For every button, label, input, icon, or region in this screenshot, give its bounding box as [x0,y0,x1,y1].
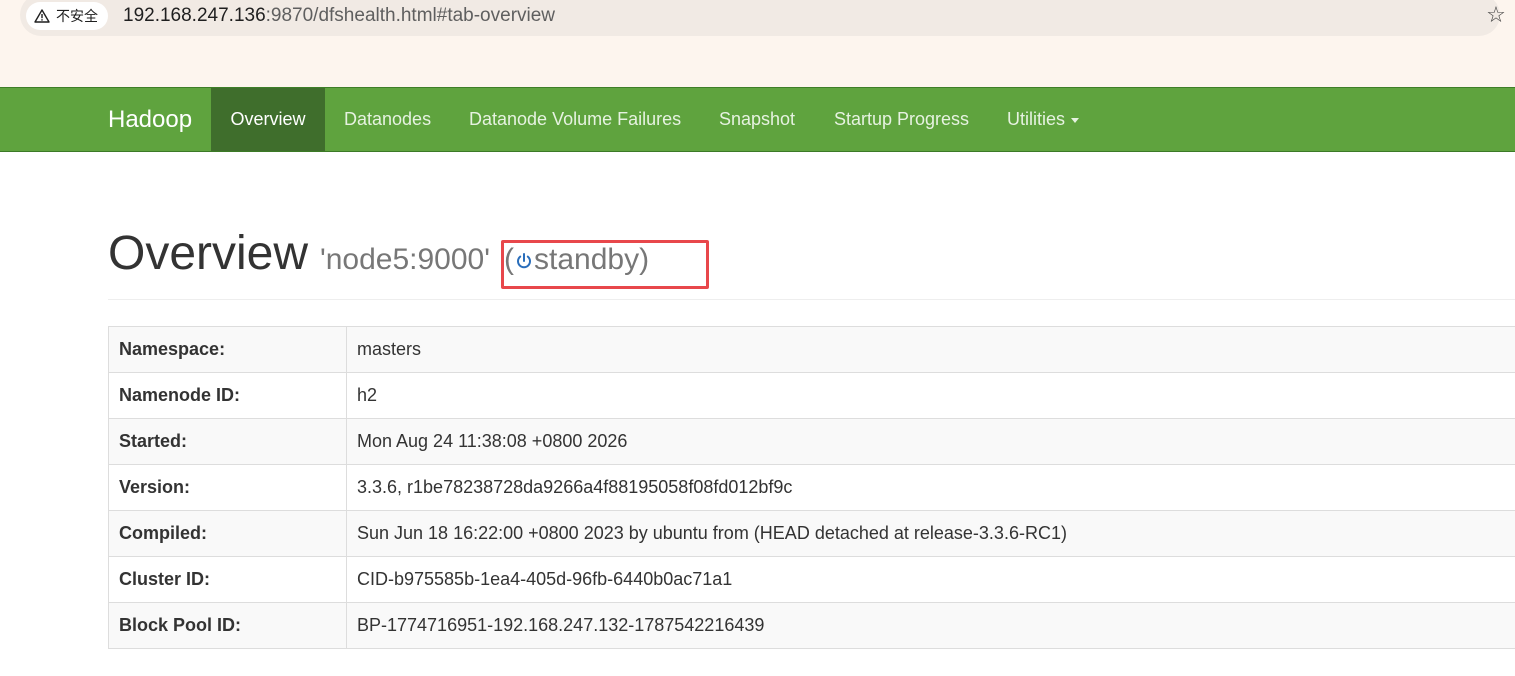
row-key: Version: [108,464,347,511]
table-row: Namespace: masters [108,326,1515,373]
row-key: Compiled: [108,510,347,557]
security-indicator[interactable]: 不安全 [26,2,108,30]
row-key: Block Pool ID: [108,602,347,649]
top-navbar: Hadoop Overview Datanodes Datanode Volum… [0,87,1515,152]
url-text[interactable]: 192.168.247.136:9870/dfshealth.html#tab-… [123,4,555,28]
browser-address-area: 不安全 192.168.247.136:9870/dfshealth.html#… [0,0,1515,87]
row-value: BP-1774716951-192.168.247.132-1787542216… [346,602,1515,649]
nav-overview[interactable]: Overview [211,88,325,151]
brand-logo[interactable]: Hadoop [108,88,192,151]
table-row: Started: Mon Aug 24 11:38:08 +0800 2026 [108,418,1515,465]
nav-startup-progress[interactable]: Startup Progress [834,88,969,151]
namenode-host: 'node5:9000' [320,243,490,276]
nav-utilities-dropdown[interactable]: Utilities [1007,88,1080,151]
table-row: Cluster ID: CID-b975585b-1ea4-405d-96fb-… [108,556,1515,603]
row-key: Started: [108,418,347,465]
nav-datanodes[interactable]: Datanodes [344,88,431,151]
row-key: Namenode ID: [108,372,347,419]
row-value: masters [346,326,1515,373]
url-path: :9870/dfshealth.html#tab-overview [265,5,556,26]
row-value: CID-b975585b-1ea4-405d-96fb-6440b0ac71a1 [346,556,1515,603]
row-value: Mon Aug 24 11:38:08 +0800 2026 [346,418,1515,465]
table-row: Block Pool ID: BP-1774716951-192.168.247… [108,602,1515,649]
table-row: Version: 3.3.6, r1be78238728da9266a4f881… [108,464,1515,511]
nav-utilities-label: Utilities [1007,109,1066,129]
annotation-highlight-box [501,240,709,289]
nav-snapshot[interactable]: Snapshot [719,88,795,151]
row-value: Sun Jun 18 16:22:00 +0800 2023 by ubuntu… [346,510,1515,557]
table-row: Namenode ID: h2 [108,372,1515,419]
url-host: 192.168.247.136 [123,5,266,26]
summary-table: Namespace: masters Namenode ID: h2 Start… [108,326,1515,649]
caret-down-icon [1071,117,1080,123]
nav-datanode-volume-failures[interactable]: Datanode Volume Failures [469,88,681,151]
security-label: 不安全 [56,8,98,24]
row-value: h2 [346,372,1515,419]
warning-icon [34,9,50,23]
row-value: 3.3.6, r1be78238728da9266a4f88195058f08f… [346,464,1515,511]
table-row: Compiled: Sun Jun 18 16:22:00 +0800 2023… [108,510,1515,557]
row-key: Cluster ID: [108,556,347,603]
row-key: Namespace: [108,326,347,373]
star-icon[interactable]: ☆ [1484,3,1508,27]
page-header: Overview 'node5:9000' ( standby) [108,222,1515,300]
page-title: Overview [108,227,309,280]
